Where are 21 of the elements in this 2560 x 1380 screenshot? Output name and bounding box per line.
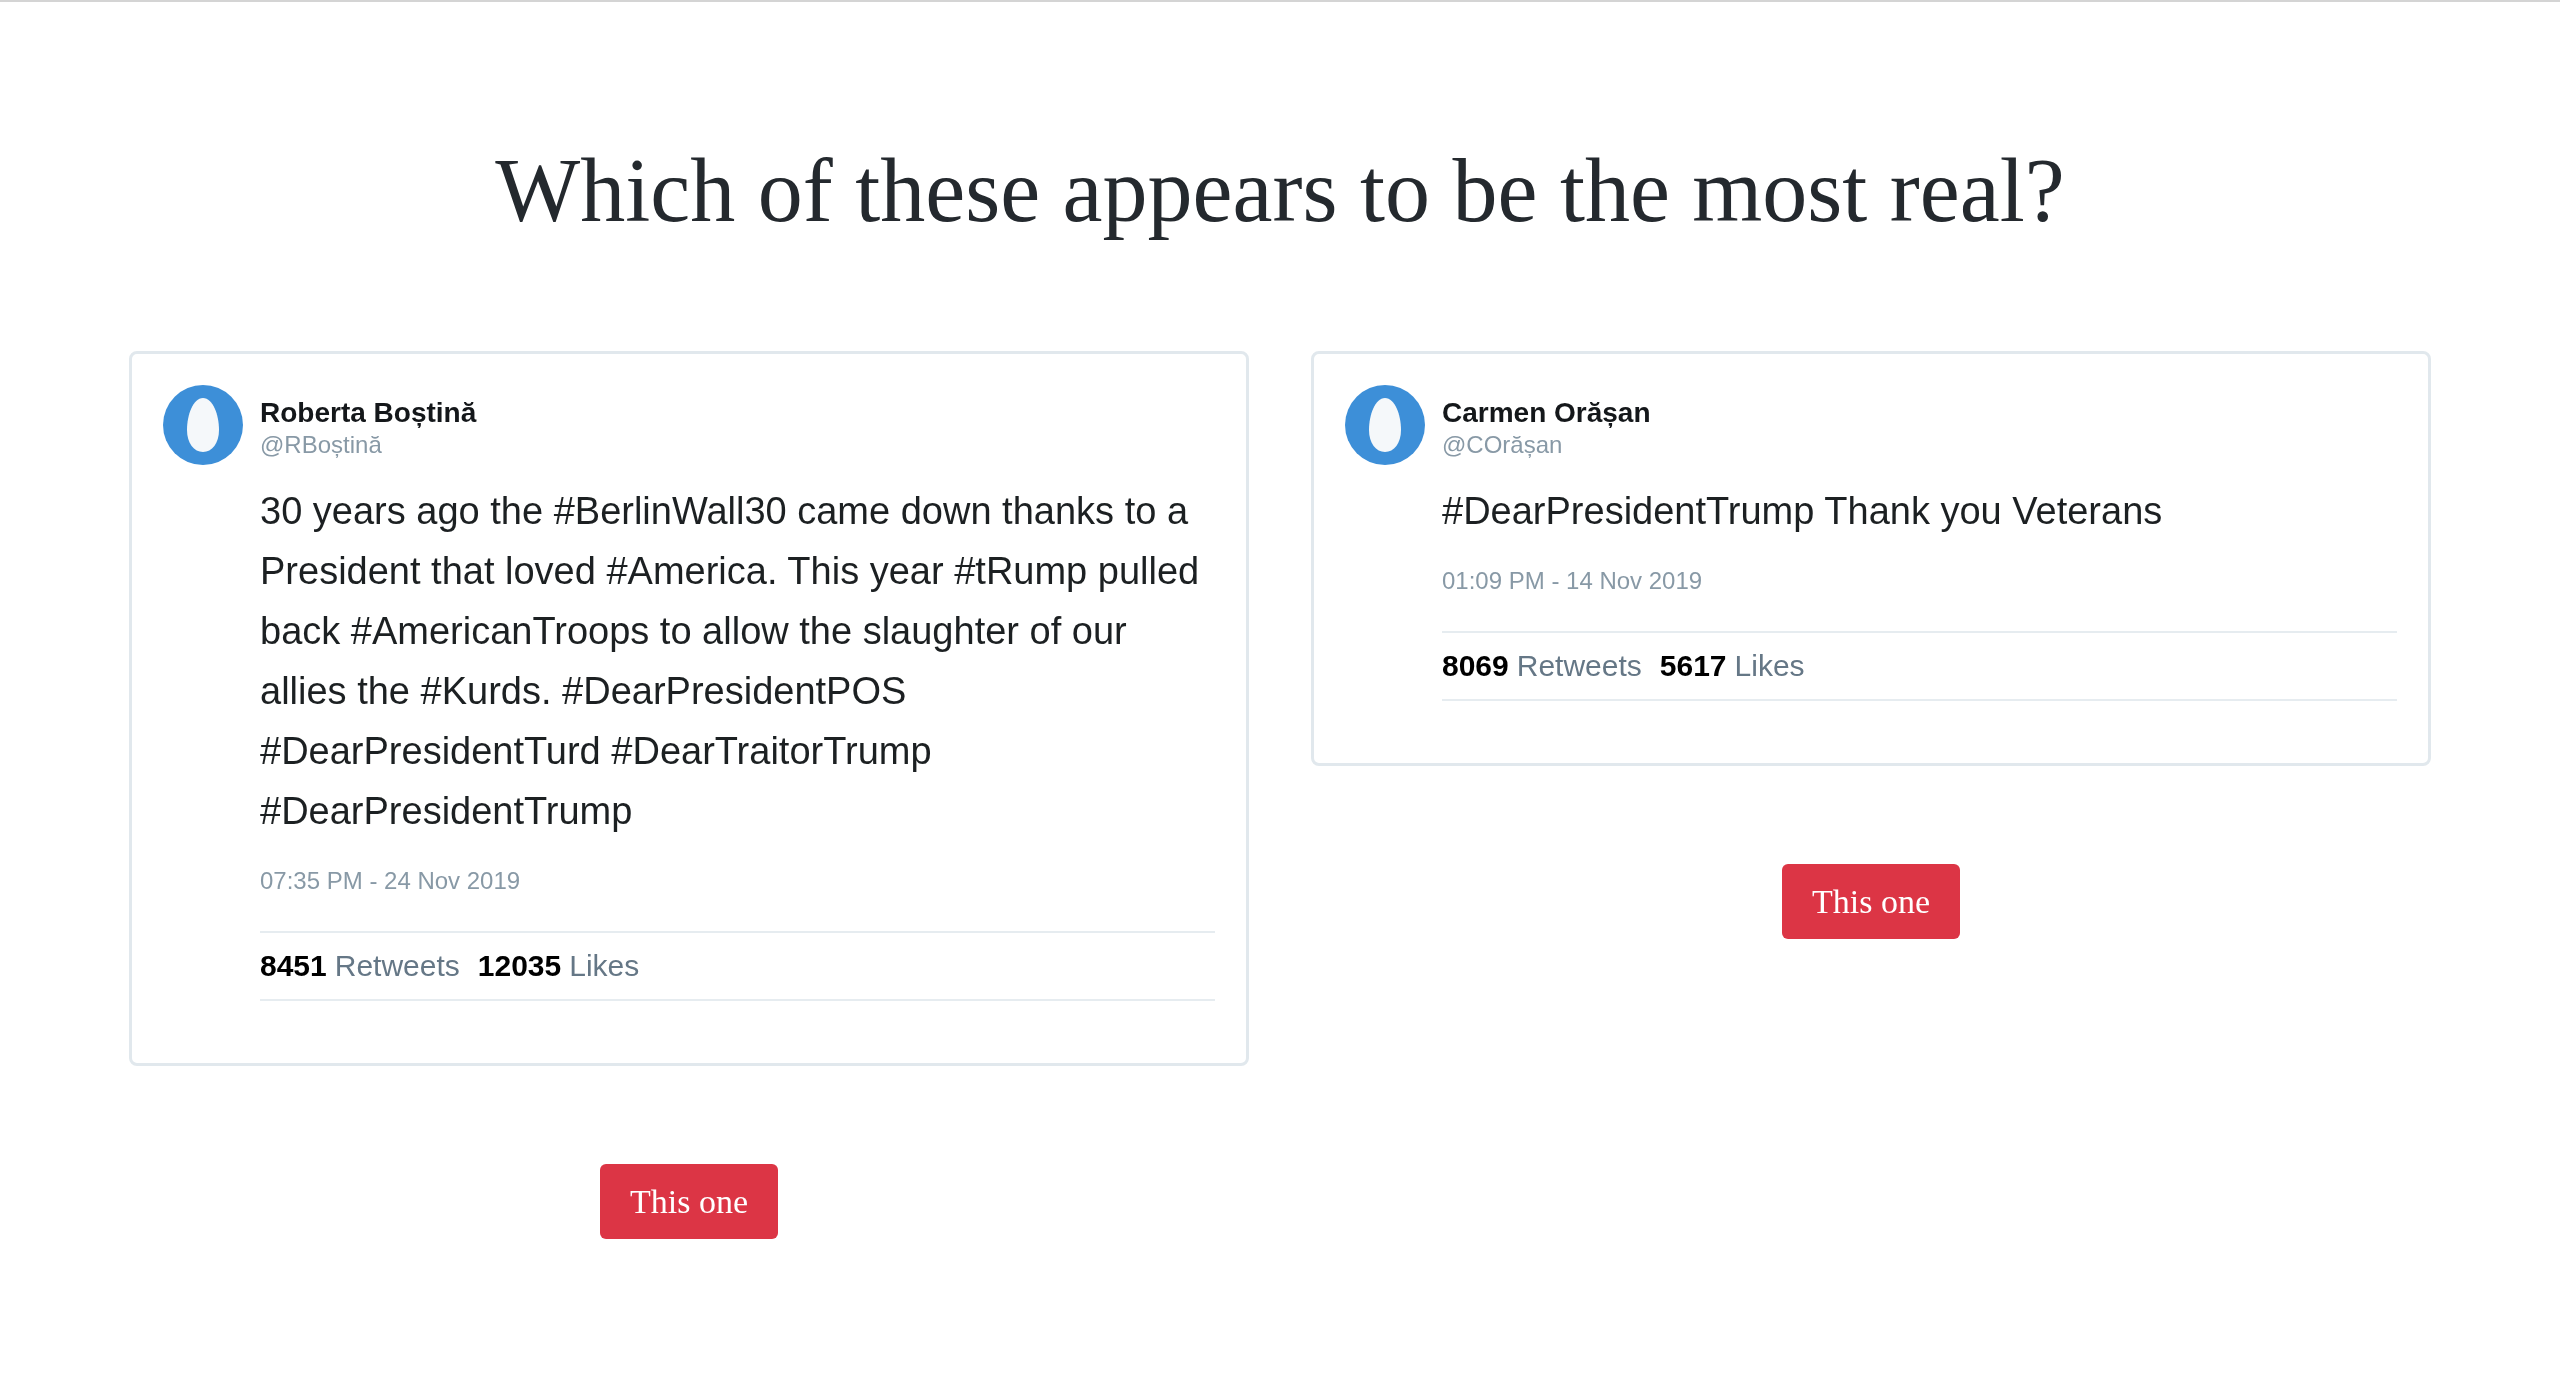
author-handle: @COrășan [1442, 430, 1564, 460]
stat-count: 12035 [477, 948, 562, 984]
egg-avatar-icon [163, 385, 243, 465]
stat-label: Likes [1734, 648, 1805, 684]
egg-avatar-icon [1345, 385, 1425, 465]
stat-count: 5617 [1659, 648, 1727, 684]
choose-button[interactable]: This one [599, 1164, 778, 1239]
stat-label: Retweets [1516, 648, 1642, 684]
stat-label: Retweets [334, 948, 460, 984]
author-handle: @RBoștină [260, 430, 383, 460]
tweet-timestamp: 07:35 PM - 24 Nov 2019 [260, 866, 522, 896]
stat-count: 8069 [1442, 648, 1509, 684]
tweet-text: 30 years ago the #BerlinWall30 came down thanks to a President that loved #America. This year #tRump pulled back #AmericanTroops to allow the slaughter of our allies the #Kurds. #DearPresidentPOS #DearPresidentTurd #DearTraitorTrump #DearPresidentTrump [260, 489, 1201, 834]
author-name: Carmen Orășan [1442, 396, 1651, 430]
stat-count: 8451 [260, 948, 327, 984]
question-heading: Which of these appears to be the most real? [495, 140, 2065, 242]
tweet-timestamp: 01:09 PM - 14 Nov 2019 [1442, 566, 1704, 596]
choose-button[interactable]: This one [1781, 864, 1960, 939]
stat-label: Likes [569, 948, 640, 984]
tweet-text: #DearPresidentTrump Thank you Veterans [1442, 489, 2164, 534]
author-name: Roberta Boștină [260, 396, 477, 430]
